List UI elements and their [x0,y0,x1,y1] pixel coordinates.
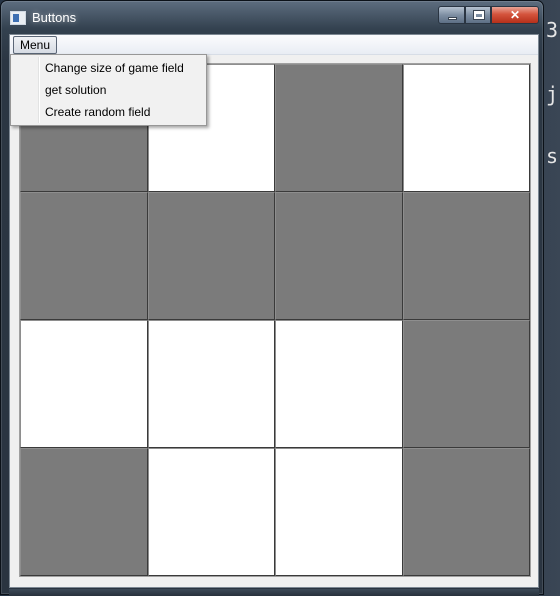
close-icon: ✕ [509,8,521,22]
maximize-icon [473,10,485,20]
field-button-r0-c3[interactable] [402,64,530,192]
minimize-button[interactable] [438,6,465,24]
field-button-r3-c0[interactable] [20,448,148,576]
menu-bar: Menu [10,35,538,55]
field-button-r2-c2[interactable] [275,320,403,448]
field-button-r3-c2[interactable] [275,448,403,576]
background-text-fragment: j [546,82,559,106]
field-button-r1-c2[interactable] [275,192,403,320]
field-button-r3-c3[interactable] [402,448,530,576]
menu-dropdown: Change size of game field get solution C… [10,54,207,126]
field-button-r2-c3[interactable] [402,320,530,448]
field-button-r2-c0[interactable] [20,320,148,448]
maximize-button[interactable] [465,6,491,24]
field-button-r2-c1[interactable] [147,320,275,448]
app-window-icon[interactable] [10,11,26,25]
game-field [19,63,531,577]
field-button-r0-c2[interactable] [275,64,403,192]
field-button-r3-c1[interactable] [147,448,275,576]
background-text-fragment: s [546,144,559,168]
close-button[interactable]: ✕ [491,6,539,24]
field-button-r1-c3[interactable] [402,192,530,320]
field-button-r1-c0[interactable] [20,192,148,320]
field-button-r1-c1[interactable] [147,192,275,320]
minimize-icon [448,17,457,20]
menu-item-random-field[interactable]: Create random field [11,101,206,123]
menu-item-change-size[interactable]: Change size of game field [11,57,206,79]
title-bar[interactable]: Buttons ✕ [1,1,543,33]
window-title: Buttons [32,10,77,25]
window-bottom-border [9,589,539,596]
menu-item-get-solution[interactable]: get solution [11,79,206,101]
background-text-fragment: 3 [546,18,559,42]
menu-button[interactable]: Menu [13,36,57,54]
